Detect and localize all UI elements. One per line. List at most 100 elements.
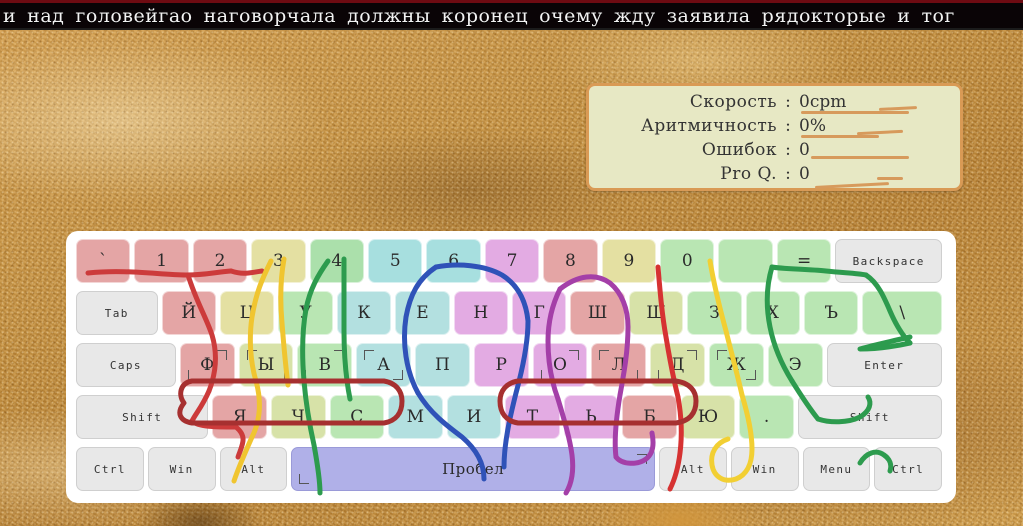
typing-word: тог — [921, 4, 955, 27]
keyboard-row: Shift Я Ч С М И Т Ь Б Ю. Shift — [72, 395, 950, 443]
key-е[interactable]: Е — [395, 291, 450, 335]
key-shift[interactable]: Shift — [76, 395, 209, 439]
key-label: Shift — [849, 410, 890, 424]
key-label: Ц — [239, 303, 255, 323]
key-д[interactable]: Д — [650, 343, 705, 387]
key-ctrl[interactable]: Ctrl — [874, 447, 943, 491]
key-ctrl[interactable]: Ctrl — [76, 447, 144, 491]
key-tab[interactable]: Tab — [76, 291, 158, 335]
key-label: Б — [643, 407, 656, 427]
key-caps[interactable]: Caps — [76, 343, 176, 387]
key-3[interactable]: 3 — [251, 239, 306, 283]
key-alt[interactable]: Alt — [219, 447, 288, 491]
key-ш[interactable]: Ш — [570, 291, 625, 335]
key-label: 5 — [389, 251, 401, 271]
key-label: В — [318, 355, 332, 375]
key-ы[interactable]: Ы — [238, 343, 294, 387]
key-щ[interactable]: Щ — [628, 291, 684, 335]
virtual-keyboard: ` 1 2 3 4 5 6 7 8 9 0 = Backspace Tab Й Ц У К Е Н Г Ш Щ З Х Ъ \ Cap… — [66, 231, 956, 503]
stat-label-errors: Ошибок — [701, 140, 777, 160]
key-ъ[interactable]: Ъ — [804, 291, 859, 335]
key-9[interactable]: 9 — [601, 239, 657, 283]
key-2[interactable]: 2 — [192, 239, 248, 283]
stat-label-arrhythmia: Аритмичность — [640, 116, 777, 136]
key-label: Й — [181, 303, 197, 323]
stat-row-speed: Скорость : 0cpm — [589, 92, 946, 116]
key-label: Tab — [104, 306, 129, 320]
key-backspace[interactable]: Backspace — [835, 239, 943, 283]
key-пробел[interactable]: Пробел — [291, 447, 655, 491]
key-ь[interactable]: Ь — [563, 395, 619, 439]
key-ж[interactable]: Ж — [708, 343, 764, 387]
stat-label-proq: Pro Q. — [720, 164, 777, 184]
key-5[interactable]: 5 — [368, 239, 423, 283]
key-й[interactable]: Й — [161, 291, 216, 335]
key-7[interactable]: 7 — [484, 239, 540, 283]
key--[interactable]: \ — [862, 291, 943, 335]
key-э[interactable]: Э — [767, 343, 823, 387]
stat-row-arrhythmia: Аритмичность : 0% — [589, 116, 946, 140]
key-ф[interactable]: Ф — [179, 343, 235, 387]
key-б[interactable]: Б — [622, 395, 677, 439]
typing-word: очему — [539, 4, 603, 27]
key-о[interactable]: О — [532, 343, 588, 387]
stat-underline-errors — [811, 156, 909, 159]
key-alt[interactable]: Alt — [658, 447, 727, 491]
key-л[interactable]: Л — [591, 343, 647, 387]
key-label: Alt — [241, 462, 266, 476]
key-enter[interactable]: Enter — [826, 343, 942, 387]
key-п[interactable]: П — [414, 343, 470, 387]
key-label: Я — [232, 407, 247, 427]
key-т[interactable]: Т — [505, 395, 560, 439]
typing-word: коронец — [441, 4, 529, 27]
key-label: Ы — [257, 355, 275, 375]
typing-word: должны — [347, 4, 431, 27]
stat-colon-proq: : — [785, 164, 791, 184]
key-ю[interactable]: Ю — [680, 395, 736, 439]
key-6[interactable]: 6 — [426, 239, 481, 283]
key-1[interactable]: 1 — [134, 239, 189, 283]
key-label: М — [406, 407, 425, 427]
key--[interactable]: . — [739, 395, 794, 439]
key-м[interactable]: М — [388, 395, 443, 439]
key-в[interactable]: В — [297, 343, 353, 387]
key-label: Backspace — [852, 254, 925, 268]
key-menu[interactable]: Menu — [802, 447, 871, 491]
key-0[interactable]: 0 — [660, 239, 715, 283]
key-ц[interactable]: Ц — [219, 291, 275, 335]
key-label: Р — [495, 355, 507, 375]
key-8[interactable]: 8 — [543, 239, 598, 283]
key-з[interactable]: З — [687, 291, 742, 335]
stat-value-proq: 0 — [799, 164, 810, 184]
key-а[interactable]: А — [356, 343, 411, 387]
key--[interactable]: = — [776, 239, 832, 283]
typing-word: рядокторые — [761, 4, 887, 27]
key-shift[interactable]: Shift — [797, 395, 942, 439]
key-label: . — [763, 407, 770, 427]
key-к[interactable]: К — [336, 291, 392, 335]
key-г[interactable]: Г — [512, 291, 567, 335]
key-label: Н — [473, 303, 489, 323]
key-р[interactable]: Р — [473, 343, 529, 387]
key-у[interactable]: У — [278, 291, 333, 335]
key-label: \ — [899, 303, 906, 323]
key-label: Ф — [200, 355, 215, 375]
key-с[interactable]: С — [329, 395, 385, 439]
key-win[interactable]: Win — [147, 447, 216, 491]
stat-underline-arrhythmia-tail — [856, 129, 904, 136]
key-4[interactable]: 4 — [309, 239, 365, 283]
key-н[interactable]: Н — [453, 291, 509, 335]
key--[interactable]: ` — [76, 239, 131, 283]
key-и[interactable]: И — [446, 395, 502, 439]
typing-word: и — [3, 4, 17, 27]
key-label: Ъ — [824, 303, 838, 323]
key-label: Х — [766, 303, 779, 323]
key-blank[interactable] — [718, 239, 773, 283]
key-label: 8 — [565, 251, 576, 271]
key-я[interactable]: Я — [212, 395, 267, 439]
key-win[interactable]: Win — [730, 447, 799, 491]
key-label: О — [552, 355, 567, 375]
typing-word: головейгао — [75, 4, 193, 27]
key-х[interactable]: Х — [745, 291, 801, 335]
key-ч[interactable]: Ч — [270, 395, 326, 439]
